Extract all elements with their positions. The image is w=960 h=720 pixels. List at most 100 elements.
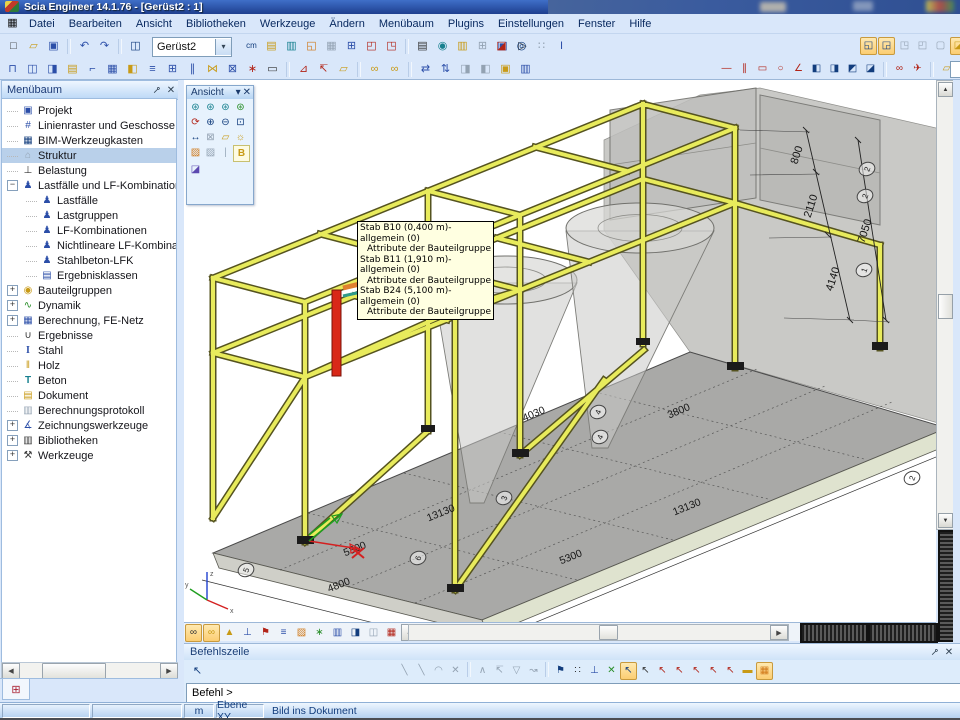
ansicht-palette-header[interactable]: Ansicht ▾ ✕ (187, 86, 253, 99)
zoom-in-button[interactable]: ⊕ (203, 115, 218, 130)
zoom-out-button[interactable]: ⊖ (218, 115, 233, 130)
delete-button[interactable]: ✕ (447, 662, 464, 680)
glasses-view-button[interactable]: ∞ (365, 60, 384, 78)
tree-item-beton[interactable]: TBeton (2, 373, 176, 388)
move-vertex-button[interactable]: ↸ (491, 662, 508, 680)
view-yz-button[interactable]: ⊛ (218, 100, 233, 115)
snap-table-button[interactable]: ▦ (756, 662, 773, 680)
close-icon[interactable]: ✕ (164, 85, 178, 96)
tree-item-lastfaelle[interactable]: ♟Lastfälle (2, 193, 176, 208)
circle-draw-button[interactable]: ○ (772, 60, 789, 78)
members-info-button[interactable]: ◧ (476, 60, 495, 78)
model-data-button[interactable]: ▣ (496, 60, 515, 78)
pin-icon[interactable]: ⊸ (928, 647, 942, 658)
tree-item-lastgruppen[interactable]: ♟Lastgruppen (2, 208, 176, 223)
tree-item-dynamik[interactable]: ∿Dynamik (2, 298, 176, 313)
viewport-3d-scene[interactable]: 800 2110 4140 7050 4030 3800 13130 5300 … (184, 80, 936, 622)
scrollbar-thumb[interactable] (42, 663, 106, 679)
fly-through-button[interactable]: ✈ (909, 60, 926, 78)
scroll-left-icon[interactable]: ◀ (2, 663, 20, 679)
scroll-down-icon[interactable]: ▼ (938, 513, 953, 528)
table-results-button[interactable]: ◳ (382, 37, 401, 55)
parallel-dimension-button[interactable]: ∥ (736, 60, 753, 78)
draw-line-button[interactable]: ╲ (396, 662, 413, 680)
menu-menuebaum[interactable]: Menübaum (372, 18, 441, 30)
supports-button[interactable]: ≡ (275, 624, 292, 642)
expand-icon[interactable] (7, 420, 18, 431)
polyline-button[interactable]: ▱ (334, 60, 353, 78)
menu-bibliotheken[interactable]: Bibliotheken (179, 18, 253, 30)
view-corner-4-button[interactable]: ◪ (862, 60, 879, 78)
undo-button[interactable]: ↶ (75, 37, 94, 55)
angle-draw-button[interactable]: ∠ (790, 60, 807, 78)
menu-hilfe[interactable]: Hilfe (622, 18, 658, 30)
window-layout-4-button[interactable]: ◰ (914, 37, 931, 55)
tree-item-bauteilgruppen[interactable]: ◉Bauteilgruppen (2, 283, 176, 298)
tree-item-bibliotheken[interactable]: ▥Bibliotheken (2, 433, 176, 448)
command-input[interactable] (186, 683, 960, 704)
doc-view-button[interactable]: ▥ (329, 624, 346, 642)
selected-member[interactable] (332, 290, 341, 376)
cross-link-button[interactable]: ⊠ (223, 60, 242, 78)
expand-icon[interactable] (7, 300, 18, 311)
truss-button[interactable]: ⋈ (203, 60, 222, 78)
bend-member-button[interactable]: ⊿ (294, 60, 313, 78)
tree-item-struktur[interactable]: ⌂Struktur (2, 148, 176, 163)
new-button[interactable]: □ (4, 37, 23, 55)
table-view-button[interactable]: ▦ (383, 624, 400, 642)
draw-arc-button[interactable]: ◠ (430, 662, 447, 680)
coordinate-input[interactable] (950, 61, 960, 78)
ruler-button[interactable]: ▬ (739, 662, 756, 680)
opening-button[interactable]: ⌐ (83, 60, 102, 78)
mdi-document-icon[interactable]: ▦ (3, 15, 22, 33)
menu-plugins[interactable]: Plugins (441, 18, 491, 30)
tree-item-ergebnisse[interactable]: ∪Ergebnisse (2, 328, 176, 343)
menu-bearbeiten[interactable]: Bearbeiten (62, 18, 129, 30)
tree-item-berechnungsprotokoll[interactable]: ▥Berechnungsprotokoll (2, 403, 176, 418)
print-preview-button[interactable]: ◉ (433, 37, 452, 55)
load-display-button[interactable]: ⊥ (239, 624, 256, 642)
beam-button[interactable]: ⊓ (3, 60, 22, 78)
scroll-right-icon[interactable]: ▶ (770, 625, 788, 640)
clipboard-button[interactable]: ▦ (322, 37, 341, 55)
view-axo-button[interactable]: ⊛ (233, 100, 248, 115)
combo-dropdown-icon[interactable]: ▾ (215, 39, 231, 55)
tree-item-ergebnisklassen[interactable]: ▤Ergebnisklassen (2, 268, 176, 283)
node-grid-button[interactable]: ⊞ (163, 60, 182, 78)
menu-einstellungen[interactable]: Einstellungen (491, 18, 571, 30)
window-layout-5-button[interactable]: ▢ (932, 37, 949, 55)
menu-fenster[interactable]: Fenster (571, 18, 622, 30)
tree-item-stahlbeton-lfk[interactable]: ♟Stahlbeton-LFK (2, 253, 176, 268)
snap-cursor-2-button[interactable]: ↖ (637, 662, 654, 680)
snap-cursor-4-button[interactable]: ↖ (671, 662, 688, 680)
pin-icon[interactable]: ⊸ (150, 85, 164, 96)
table-edit-button[interactable]: ◰ (362, 37, 381, 55)
tree-item-zeichnungswerkzeuge[interactable]: ∡Zeichnungswerkzeuge (2, 418, 176, 433)
image-gray-button[interactable]: ▨ (203, 145, 218, 160)
close-icon[interactable]: ✕ (942, 647, 956, 658)
view-corner-3-button[interactable]: ◩ (844, 60, 861, 78)
perspective-button[interactable]: ◪ (188, 162, 203, 177)
image-color-button[interactable]: ▨ (188, 145, 203, 160)
viewport-horizontal-scrollbar[interactable]: ▶ (408, 624, 789, 641)
wall-button[interactable]: ▤ (63, 60, 82, 78)
plate-button[interactable]: ◨ (43, 60, 62, 78)
view-a-button[interactable]: ◨ (347, 624, 364, 642)
visibility-folder-button[interactable]: ▱ (218, 130, 233, 145)
snap-cursor-3-button[interactable]: ↖ (654, 662, 671, 680)
viewport-3d[interactable]: 800 2110 4140 7050 4030 3800 13130 5300 … (184, 80, 936, 622)
zoom-selection-button[interactable]: ⊠ (203, 130, 218, 145)
view-b-button[interactable]: ◫ (365, 624, 382, 642)
status-unit[interactable]: m (184, 704, 214, 718)
befehlszeile-header[interactable]: Befehlszeile ⊸ ✕ (184, 644, 960, 660)
gallery-button[interactable]: ▥ (453, 37, 472, 55)
view-corner-2-button[interactable]: ◨ (826, 60, 843, 78)
scrollbar-thumb[interactable] (599, 625, 618, 640)
zoom-window-button[interactable]: ⊡ (233, 115, 248, 130)
nodes-button[interactable]: ∗ (311, 624, 328, 642)
tree-item-nichtlineare-lf[interactable]: ♟Nichtlineare LF-Kombinatio (2, 238, 176, 253)
view-xy-button[interactable]: ⊛ (188, 100, 203, 115)
copy-properties-button[interactable]: ◱ (302, 37, 321, 55)
layers-button[interactable]: ▤ (262, 37, 281, 55)
snap-intersection-button[interactable]: ✕ (603, 662, 620, 680)
